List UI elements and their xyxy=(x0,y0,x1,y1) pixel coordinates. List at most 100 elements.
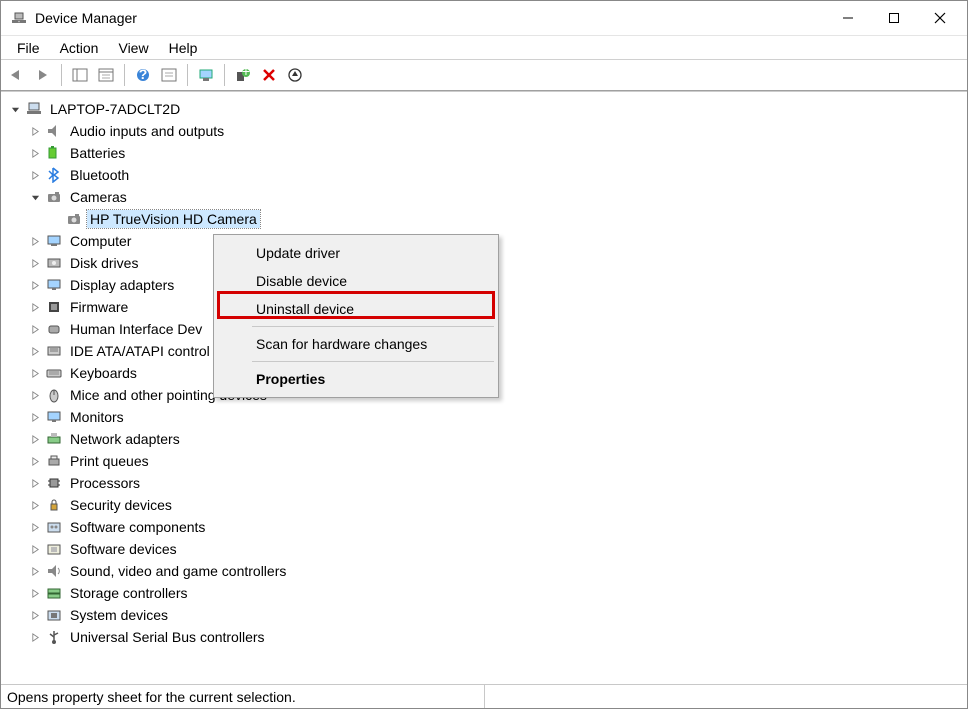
tree-item-camera[interactable]: Cameras xyxy=(5,186,963,208)
close-button[interactable] xyxy=(917,1,963,35)
show-hide-tree-button[interactable] xyxy=(68,63,92,87)
chevron-right-icon[interactable] xyxy=(27,541,43,557)
tree-item-sw-dev[interactable]: Software devices xyxy=(5,538,963,560)
hid-icon xyxy=(45,320,63,338)
tree-item-print[interactable]: Print queues xyxy=(5,450,963,472)
tree-label[interactable]: System devices xyxy=(67,606,171,624)
chevron-right-icon[interactable] xyxy=(27,145,43,161)
monitor-icon xyxy=(45,408,63,426)
chevron-right-icon[interactable] xyxy=(27,563,43,579)
chevron-right-icon[interactable] xyxy=(27,233,43,249)
chevron-right-icon[interactable] xyxy=(27,585,43,601)
chevron-right-icon[interactable] xyxy=(27,629,43,645)
action-button[interactable] xyxy=(157,63,181,87)
tree-label[interactable]: Network adapters xyxy=(67,430,183,448)
statusbar: Opens property sheet for the current sel… xyxy=(1,684,967,708)
menu-action[interactable]: Action xyxy=(50,38,109,58)
tree-label[interactable]: Processors xyxy=(67,474,143,492)
tree-item-storage[interactable]: Storage controllers xyxy=(5,582,963,604)
tree-item-system[interactable]: System devices xyxy=(5,604,963,626)
chevron-right-icon[interactable] xyxy=(27,123,43,139)
tree-child-camera[interactable]: HP TrueVision HD Camera xyxy=(5,208,963,230)
tree-label[interactable]: Security devices xyxy=(67,496,175,514)
menu-help[interactable]: Help xyxy=(159,38,208,58)
tree-label[interactable]: Software devices xyxy=(67,540,180,558)
tree-label[interactable]: Universal Serial Bus controllers xyxy=(67,628,268,646)
tree-item-network[interactable]: Network adapters xyxy=(5,428,963,450)
chevron-right-icon[interactable] xyxy=(27,409,43,425)
chevron-right-icon[interactable] xyxy=(27,321,43,337)
menu-view[interactable]: View xyxy=(108,38,158,58)
tree-label[interactable]: Firmware xyxy=(67,298,131,316)
tree-item-sw-comp[interactable]: Software components xyxy=(5,516,963,538)
ctx-disable-device[interactable]: Disable device xyxy=(216,267,496,295)
minimize-button[interactable] xyxy=(825,1,871,35)
forward-button[interactable] xyxy=(31,63,55,87)
usb-icon xyxy=(45,628,63,646)
tree-root[interactable]: LAPTOP-7ADCLT2D xyxy=(5,98,963,120)
ctx-uninstall-device[interactable]: Uninstall device xyxy=(216,295,496,323)
ctx-properties[interactable]: Properties xyxy=(216,365,496,393)
tree-item-cpu[interactable]: Processors xyxy=(5,472,963,494)
tree-label[interactable]: LAPTOP-7ADCLT2D xyxy=(47,100,183,118)
tree-label[interactable]: IDE ATA/ATAPI control xyxy=(67,342,213,360)
chevron-right-icon[interactable] xyxy=(27,255,43,271)
tree-item-usb[interactable]: Universal Serial Bus controllers xyxy=(5,626,963,648)
tree-label[interactable]: Print queues xyxy=(67,452,152,470)
tree-label[interactable]: Keyboards xyxy=(67,364,140,382)
sound-icon xyxy=(45,562,63,580)
ctx-update-driver[interactable]: Update driver xyxy=(216,239,496,267)
ctx-separator xyxy=(252,361,494,362)
tree-label[interactable]: Computer xyxy=(67,232,134,250)
properties-button[interactable] xyxy=(94,63,118,87)
tree-label[interactable]: HP TrueVision HD Camera xyxy=(87,210,260,228)
chevron-right-icon[interactable] xyxy=(27,607,43,623)
tree-label[interactable]: Storage controllers xyxy=(67,584,191,602)
bluetooth-icon xyxy=(45,166,63,184)
toolbar-separator xyxy=(187,64,188,86)
uninstall-button[interactable] xyxy=(257,63,281,87)
chevron-right-icon[interactable] xyxy=(27,475,43,491)
display-icon xyxy=(45,276,63,294)
chevron-right-icon[interactable] xyxy=(27,365,43,381)
maximize-button[interactable] xyxy=(871,1,917,35)
tree-label[interactable]: Bluetooth xyxy=(67,166,132,184)
chevron-right-icon[interactable] xyxy=(27,497,43,513)
tree-label[interactable]: Display adapters xyxy=(67,276,177,294)
tree-label[interactable]: Sound, video and game controllers xyxy=(67,562,289,580)
tree-item-security[interactable]: Security devices xyxy=(5,494,963,516)
computer-root-icon xyxy=(25,100,43,118)
ctx-scan-hardware[interactable]: Scan for hardware changes xyxy=(216,330,496,358)
window-title: Device Manager xyxy=(35,10,825,26)
chevron-right-icon[interactable] xyxy=(27,167,43,183)
tree-label[interactable]: Software components xyxy=(67,518,208,536)
tree-item-bluetooth[interactable]: Bluetooth xyxy=(5,164,963,186)
chevron-right-icon[interactable] xyxy=(27,299,43,315)
mouse-icon xyxy=(45,386,63,404)
scan-hardware-button[interactable] xyxy=(194,63,218,87)
tree-item-audio[interactable]: Audio inputs and outputs xyxy=(5,120,963,142)
tree-item-battery[interactable]: Batteries xyxy=(5,142,963,164)
tree-label[interactable]: Audio inputs and outputs xyxy=(67,122,227,140)
tree-label[interactable]: Human Interface Dev xyxy=(67,320,205,338)
tree-label[interactable]: Disk drives xyxy=(67,254,141,272)
chevron-down-icon[interactable] xyxy=(7,101,23,117)
add-legacy-button[interactable]: + xyxy=(231,63,255,87)
help-button[interactable]: ? xyxy=(131,63,155,87)
tree-label[interactable]: Batteries xyxy=(67,144,128,162)
chevron-right-icon[interactable] xyxy=(27,387,43,403)
tree-item-monitor[interactable]: Monitors xyxy=(5,406,963,428)
chevron-right-icon[interactable] xyxy=(27,343,43,359)
chevron-right-icon[interactable] xyxy=(27,453,43,469)
back-button[interactable] xyxy=(5,63,29,87)
tree-item-sound[interactable]: Sound, video and game controllers xyxy=(5,560,963,582)
tree-label[interactable]: Cameras xyxy=(67,188,130,206)
svg-text:+: + xyxy=(242,68,250,79)
chevron-down-icon[interactable] xyxy=(27,189,43,205)
chevron-right-icon[interactable] xyxy=(27,277,43,293)
chevron-right-icon[interactable] xyxy=(27,519,43,535)
menu-file[interactable]: File xyxy=(7,38,50,58)
tree-label[interactable]: Monitors xyxy=(67,408,127,426)
chevron-right-icon[interactable] xyxy=(27,431,43,447)
update-driver-button[interactable] xyxy=(283,63,307,87)
